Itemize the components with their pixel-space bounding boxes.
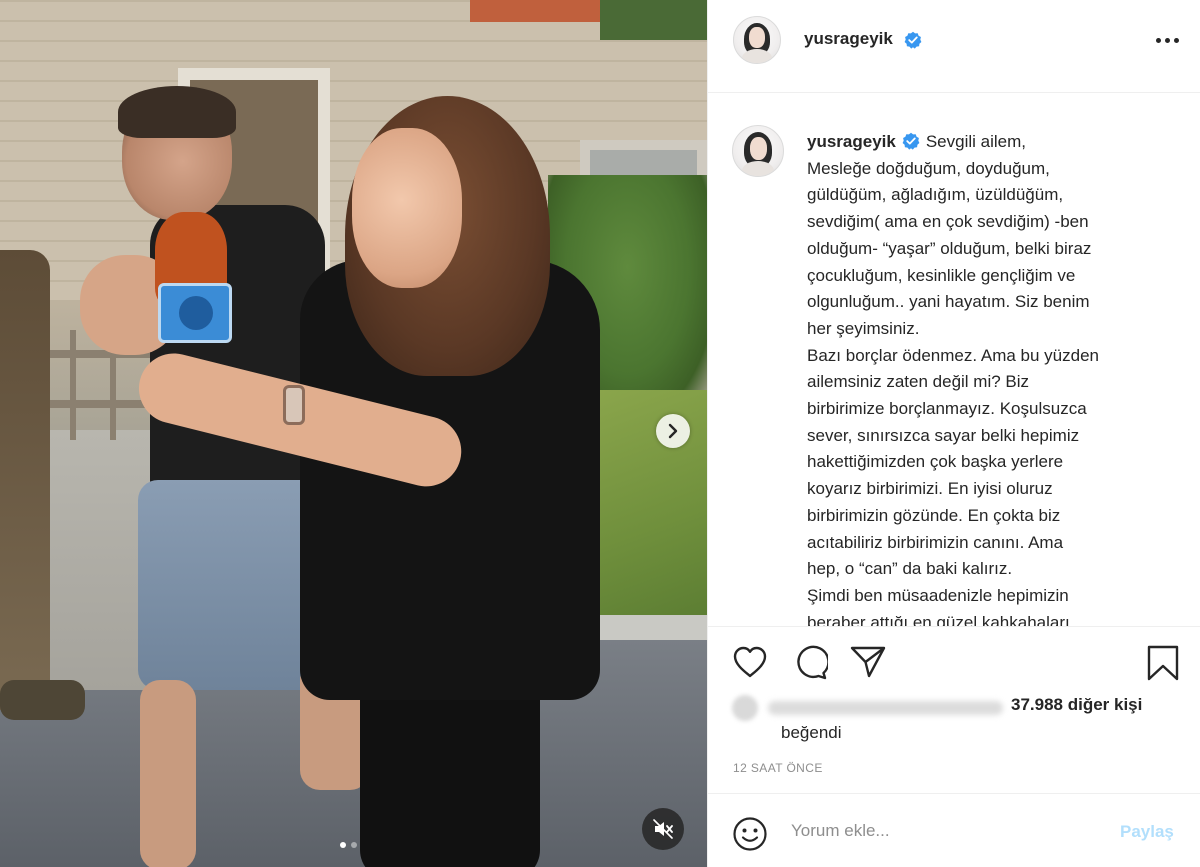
speaker-muted-icon xyxy=(653,819,673,839)
caption-line: hep, o “can” da baki kalırız. xyxy=(807,559,1013,579)
carousel-dot xyxy=(351,842,357,848)
avatar-face xyxy=(749,27,765,49)
heart-icon xyxy=(733,646,767,678)
caption-author-avatar[interactable] xyxy=(732,125,784,177)
caption-line: Şimdi ben müsaadenizle hepimizin xyxy=(807,585,1069,605)
background-roof xyxy=(470,0,610,22)
chevron-right-icon xyxy=(668,423,678,439)
figure-watch xyxy=(283,385,305,425)
caption-line: Bazı borçlar ödenmez. Ama bu yüzden xyxy=(807,345,1099,365)
liker-name-blurred xyxy=(768,701,1003,715)
post-caption: yusrageyik Sevgili ailem, Mesleğe doğduğ… xyxy=(807,129,1172,626)
caption-line: her şeyimsiniz. xyxy=(807,318,920,338)
author-username-link[interactable]: yusrageyik xyxy=(804,29,922,49)
more-options-button[interactable] xyxy=(1155,30,1185,50)
post-sidebar: yusrageyik yusrageyik Sevgili ailem, Mes… xyxy=(707,0,1200,867)
caption-line: olduğum- “yaşar” olduğum, belki biraz xyxy=(807,238,1092,258)
verified-badge-icon xyxy=(904,31,921,49)
more-options-icon xyxy=(1156,38,1161,43)
verified-badge-icon xyxy=(902,132,920,150)
carousel-indicator xyxy=(340,842,357,848)
post-header: yusrageyik xyxy=(708,0,1200,93)
caption-line: acıtabiliriz birbirimizin canını. Ama xyxy=(807,532,1064,552)
caption-line: sevdiğim( ama en çok sevdiğim) -ben xyxy=(807,212,1089,232)
comment-input[interactable] xyxy=(791,816,1111,846)
likes-suffix: beğendi xyxy=(781,723,842,742)
share-button[interactable] xyxy=(850,645,886,684)
emoji-button[interactable] xyxy=(732,816,768,857)
caption-line: birbirimizin gözünde. En çokta biz xyxy=(807,505,1061,525)
avatar-shoulder xyxy=(742,49,772,63)
figure-boot xyxy=(0,680,85,720)
background-trees xyxy=(600,0,707,40)
paper-plane-icon xyxy=(850,646,886,678)
like-button[interactable] xyxy=(732,645,768,684)
post-actions: 37.988 diğer kişi beğendi 12 SAAT ÖNCE xyxy=(708,626,1200,793)
caption-line: hakettiğimizden çok başka yerlere xyxy=(807,452,1064,472)
next-slide-button[interactable] xyxy=(656,414,690,448)
caption-line: güldüğüm, ağladığım, üzüldüğüm, xyxy=(807,185,1064,205)
figure-man-hair xyxy=(118,86,236,138)
comment-form: Paylaş xyxy=(708,793,1200,867)
save-button[interactable] xyxy=(1146,645,1180,686)
comment-button[interactable] xyxy=(792,645,830,686)
liker-avatar-blurred xyxy=(732,695,758,721)
caption-text: Sevgili ailem, xyxy=(925,132,1026,151)
caption-line: olgunluğum.. yani hayatım. Siz benim xyxy=(807,292,1090,312)
carousel-dot-active xyxy=(340,842,346,848)
author-avatar[interactable] xyxy=(733,16,781,64)
mute-toggle-button[interactable] xyxy=(642,808,684,850)
post-timestamp[interactable]: 12 SAAT ÖNCE xyxy=(733,761,823,775)
post-comment-button[interactable]: Paylaş xyxy=(1120,822,1174,842)
caption-author-username[interactable]: yusrageyik xyxy=(807,132,896,151)
comment-bubble-icon xyxy=(797,645,830,680)
figure-woman-face xyxy=(352,128,462,288)
more-options-icon xyxy=(1165,38,1170,43)
caption-line: ailemsiniz zaten değil mi? Biz xyxy=(807,372,1030,392)
caption-line: sever, sınırsızca sayar belki hepimiz xyxy=(807,425,1080,445)
author-username[interactable]: yusrageyik xyxy=(804,29,893,48)
caption-line: koyarız birbirimizi. En iyisi oluruz xyxy=(807,479,1053,499)
caption-section: yusrageyik Sevgili ailem, Mesleğe doğduğ… xyxy=(708,93,1200,626)
caption-line: Mesleğe doğduğum, doyduğum, xyxy=(807,158,1050,178)
microphone-flag-logo xyxy=(158,283,232,343)
post-media-video[interactable] xyxy=(0,0,707,867)
caption-line: beraber attığı en güzel kahkahaları xyxy=(807,612,1070,626)
figure-man-leg xyxy=(140,680,196,867)
figure-soldier xyxy=(0,250,50,710)
more-options-icon xyxy=(1174,38,1179,43)
likes-count[interactable]: 37.988 diğer kişi xyxy=(1011,695,1142,715)
avatar-shoulder xyxy=(742,161,774,176)
caption-line: yusrageyik Sevgili ailem, xyxy=(807,129,1172,156)
caption-line: birbirimize borçlanmayız. Koşulsuzca xyxy=(807,399,1087,419)
bookmark-icon xyxy=(1147,645,1179,681)
likes-summary[interactable]: 37.988 diğer kişi xyxy=(732,693,1182,723)
smiley-icon xyxy=(733,817,767,851)
caption-line: çocukluğum, kesinlikle gençliğim ve xyxy=(807,265,1076,285)
avatar-face xyxy=(749,137,767,160)
